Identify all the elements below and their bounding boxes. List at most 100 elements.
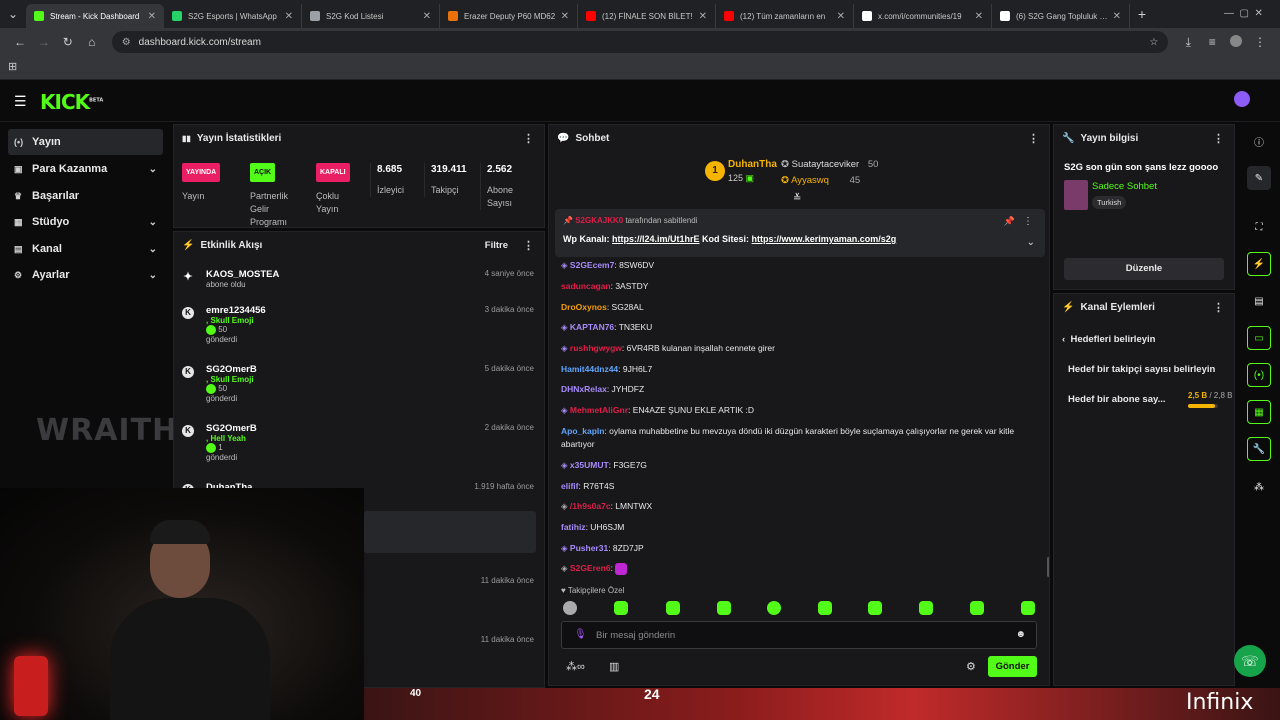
back-icon[interactable]: ←: [8, 35, 32, 49]
chat-username[interactable]: KAPTAN76: [570, 322, 614, 332]
expand-gifters-icon[interactable]: ≚: [793, 193, 801, 204]
chat-icon[interactable]: ▭: [1247, 326, 1271, 350]
crop-icon[interactable]: ⛶: [1247, 215, 1271, 239]
chat-username[interactable]: elifif: [561, 481, 578, 491]
window-controls[interactable]: — ▢ ✕: [1224, 8, 1263, 19]
close-icon[interactable]: ✕: [148, 11, 156, 22]
info-icon[interactable]: ⓘ: [1247, 129, 1271, 153]
new-tab-icon[interactable]: +: [1130, 6, 1154, 22]
emote-button[interactable]: [868, 601, 882, 615]
emote-button[interactable]: [563, 601, 577, 615]
sidebar-item-ayarlar[interactable]: ⚙ Ayarlar ⌄: [8, 262, 163, 288]
pencil-icon[interactable]: ✎: [1247, 166, 1271, 190]
chat-scrollbar[interactable]: [1047, 557, 1049, 577]
sidebar-item-kanal[interactable]: ▤ Kanal ⌄: [8, 236, 163, 262]
chat-username[interactable]: fatihiz: [561, 522, 586, 532]
close-icon[interactable]: ✕: [423, 11, 431, 22]
send-button[interactable]: Gönder: [988, 656, 1037, 677]
chat-username[interactable]: S2GEren6: [570, 563, 611, 573]
close-icon[interactable]: ✕: [975, 11, 983, 22]
browser-tab[interactable]: Erazer Deputy P60 MD62 ✕: [440, 4, 578, 28]
document-icon[interactable]: ▤: [1247, 289, 1271, 313]
media-icon[interactable]: ≡: [1200, 35, 1224, 49]
chat-username[interactable]: DHNxRelax: [561, 384, 607, 394]
support-chat-button[interactable]: ☏: [1234, 645, 1266, 677]
emote-button[interactable]: [1021, 601, 1035, 615]
chat-username[interactable]: Pusher31: [570, 543, 608, 553]
browser-tab[interactable]: S2G Kod Listesi ✕: [302, 4, 440, 28]
broadcast-icon[interactable]: (•): [1247, 363, 1271, 387]
forward-icon[interactable]: →: [32, 35, 56, 49]
site-info-icon[interactable]: ⚙: [122, 37, 131, 48]
emote-button[interactable]: [717, 601, 731, 615]
store-icon[interactable]: ▥: [609, 660, 619, 673]
emote-button[interactable]: [666, 601, 680, 615]
pinned-link[interactable]: https://www.kerimyaman.com/s2g: [752, 234, 897, 244]
browser-tab[interactable]: (6) S2G Gang Topluluk / X ✕: [992, 4, 1130, 28]
browser-tab[interactable]: x.com/i/communities/19 ✕: [854, 4, 992, 28]
user-avatar[interactable]: [1234, 91, 1250, 107]
edit-button[interactable]: Düzenle: [1064, 258, 1224, 280]
close-icon[interactable]: ✕: [837, 11, 845, 22]
infinity-icon[interactable]: ⁂∞: [566, 660, 585, 673]
goals-back-button[interactable]: ‹ Hedefleri belirleyin: [1062, 334, 1155, 345]
goal-follower-item[interactable]: Hedef bir takipçi sayısı belirleyin: [1068, 364, 1215, 375]
more-icon[interactable]: ⋮: [1213, 132, 1224, 145]
chat-username[interactable]: S2GEcem7: [570, 260, 614, 270]
profile-avatar[interactable]: [1224, 34, 1248, 50]
download-icon[interactable]: ⤓: [1176, 35, 1200, 50]
sidebar-item-basarilar[interactable]: ♛ Başarılar: [8, 183, 163, 209]
sidebar-item-studyo[interactable]: ▦ Stüdyo ⌄: [8, 209, 163, 235]
emote-button[interactable]: [614, 601, 628, 615]
gear-icon[interactable]: ⚙: [966, 660, 976, 673]
emoji-icon[interactable]: ☻: [1015, 629, 1026, 640]
tab-search-icon[interactable]: ⌄: [0, 7, 26, 21]
browser-tab[interactable]: S2G Esports | WhatsApp ✕: [164, 4, 302, 28]
chat-username[interactable]: Hamit44dnz44: [561, 364, 618, 374]
more-icon[interactable]: ⋮: [1023, 216, 1033, 227]
chat-username[interactable]: saduncagan: [561, 281, 611, 291]
users-icon[interactable]: ⁂: [1247, 475, 1271, 499]
top-gifter-name[interactable]: DuhanTha: [728, 159, 777, 170]
chat-username[interactable]: x35UMUT: [570, 460, 609, 470]
goal-subscriber-item[interactable]: Hedef bir abone say...: [1068, 394, 1166, 405]
url-field[interactable]: ⚙ dashboard.kick.com/stream ☆: [111, 31, 1169, 53]
tag-chip[interactable]: Turkish: [1092, 196, 1127, 209]
unpin-icon[interactable]: 📌: [1004, 216, 1015, 227]
close-icon[interactable]: ✕: [699, 11, 707, 22]
filter-button[interactable]: Filtre: [485, 240, 508, 251]
chat-input[interactable]: 🎙 Bir mesaj gönderin ☻: [561, 621, 1037, 649]
more-icon[interactable]: ⋮: [1213, 301, 1224, 314]
mic-icon[interactable]: 🎙: [574, 629, 587, 640]
chat-username[interactable]: Apo_kapln: [561, 426, 604, 436]
more-icon[interactable]: ⋮: [523, 239, 534, 252]
sidebar-item-para-kazanma[interactable]: ▣ Para Kazanma ⌄: [8, 156, 163, 182]
pinned-link[interactable]: https://l24.im/Ut1hrE: [612, 234, 700, 244]
browser-tab[interactable]: Stream - Kick Dashboard ✕: [26, 4, 164, 28]
category-link[interactable]: Sadece Sohbet: [1092, 181, 1157, 192]
chat-username[interactable]: DroOxynos: [561, 302, 607, 312]
emote-button[interactable]: [767, 601, 781, 615]
apps-icon[interactable]: ⊞: [8, 60, 17, 73]
emote-button[interactable]: [818, 601, 832, 615]
kick-logo[interactable]: KICKBETA: [40, 90, 103, 114]
lightning-icon[interactable]: ⚡: [1247, 252, 1271, 276]
home-icon[interactable]: ⌂: [80, 35, 104, 49]
chevron-down-icon[interactable]: ⌄: [1027, 237, 1035, 248]
hamburger-icon[interactable]: ☰: [14, 93, 27, 110]
more-icon[interactable]: ⋮: [523, 132, 534, 145]
tool-icon[interactable]: 🔧: [1247, 437, 1271, 461]
close-icon[interactable]: ✕: [561, 11, 569, 22]
close-icon[interactable]: ✕: [285, 11, 293, 22]
category-thumbnail[interactable]: [1064, 180, 1088, 210]
bookmark-star-icon[interactable]: ☆: [1149, 37, 1158, 48]
emote-button[interactable]: [919, 601, 933, 615]
gifter-name[interactable]: Suataytaceviker: [792, 159, 860, 170]
emote-button[interactable]: [970, 601, 984, 615]
chat-username[interactable]: MehmetAliGnr: [570, 405, 628, 415]
more-icon[interactable]: ⋮: [1028, 132, 1039, 145]
close-icon[interactable]: ✕: [1113, 11, 1121, 22]
gifter-name[interactable]: Ayyaswq: [791, 175, 829, 186]
chat-username[interactable]: /1h9s0a7c: [570, 501, 611, 511]
layout-icon[interactable]: ▦: [1247, 400, 1271, 424]
